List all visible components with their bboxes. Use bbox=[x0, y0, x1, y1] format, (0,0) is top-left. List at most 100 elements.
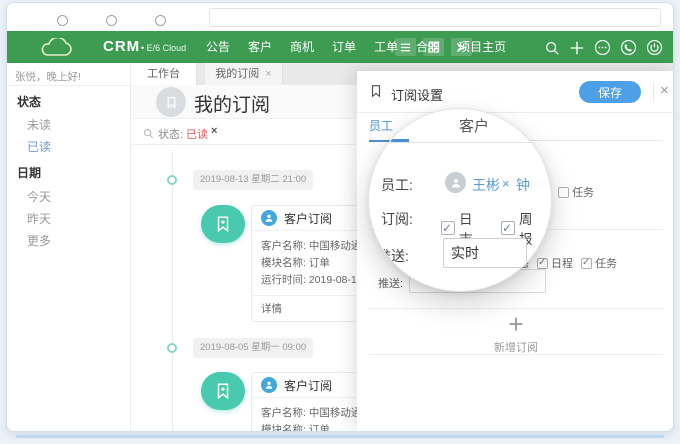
checkbox-icon[interactable] bbox=[441, 221, 455, 235]
browser-chrome bbox=[7, 3, 673, 31]
tab-employee[interactable]: 员工 bbox=[369, 117, 393, 142]
tab-close-icon[interactable]: × bbox=[265, 68, 271, 80]
checkbox-icon[interactable] bbox=[501, 221, 515, 235]
user-icon bbox=[261, 210, 277, 226]
card-title: 客户订阅 bbox=[284, 210, 332, 227]
checkbox-icon[interactable] bbox=[537, 258, 548, 269]
nav-item-opportunities[interactable]: 商机 bbox=[281, 31, 323, 63]
field-label: 模块名称: bbox=[261, 424, 306, 432]
remove-employee-icon[interactable]: × bbox=[502, 176, 510, 191]
page-title: 我的订阅 bbox=[194, 90, 270, 117]
brand-name: CRM bbox=[103, 38, 140, 55]
app-navbar: CRM • E/6 Cloud 公告 客户 商机 订单 工单 合同 项目主页 bbox=[7, 31, 673, 63]
subscription-badge-icon bbox=[156, 87, 186, 117]
tab-workbench[interactable]: 工作台 bbox=[131, 63, 197, 85]
save-button[interactable]: 保存 bbox=[579, 81, 641, 103]
browser-window: CRM • E/6 Cloud 公告 客户 商机 订单 工单 合同 项目主页 bbox=[6, 2, 674, 432]
filter-bar[interactable]: 状态: 已读 × bbox=[131, 119, 357, 145]
field-value: 中国移动通 bbox=[309, 240, 362, 252]
timeline-date: 2019-08-05 星期一 09:00 bbox=[193, 338, 313, 358]
option-label: 日程 bbox=[551, 255, 573, 271]
sidebar-item-more[interactable]: 更多 bbox=[27, 232, 51, 249]
tab-my-subscriptions-label: 我的订阅 bbox=[215, 68, 259, 80]
checkbox-task[interactable]: 任务 bbox=[558, 184, 594, 200]
plus-icon[interactable] bbox=[569, 40, 585, 56]
employee-name: 钟 bbox=[516, 175, 530, 195]
sidebar-item-yesterday[interactable]: 昨天 bbox=[27, 210, 51, 227]
push-label: 推送: bbox=[377, 246, 409, 266]
checkbox-icon[interactable] bbox=[581, 258, 592, 269]
sidebar-item-unread[interactable]: 未读 bbox=[27, 116, 51, 133]
sidebar: 张悦，晚上好! 状态 未读 已读 日期 今天 昨天 更多 bbox=[7, 63, 131, 431]
subscribe-label: 订阅: bbox=[381, 209, 413, 229]
push-mode-input-magnified[interactable] bbox=[443, 238, 527, 268]
nav-item-announcement[interactable]: 公告 bbox=[197, 31, 239, 63]
phone-circle-icon[interactable] bbox=[620, 39, 637, 56]
search-icon-small bbox=[143, 126, 154, 144]
header-divider bbox=[653, 82, 654, 102]
list-view-icon[interactable] bbox=[395, 38, 416, 56]
push-label-2: 推送: bbox=[378, 275, 403, 291]
window-control-2[interactable] bbox=[106, 15, 117, 26]
close-icon[interactable]: × bbox=[660, 82, 669, 99]
sidebar-divider bbox=[7, 85, 130, 86]
tabs-border-line bbox=[369, 142, 551, 143]
employee-label: 员工: bbox=[381, 175, 413, 195]
main-header: 我的订阅 bbox=[131, 85, 357, 119]
employee-name: 王彬 bbox=[472, 175, 500, 195]
timeline-line bbox=[172, 151, 173, 431]
search-icon[interactable] bbox=[544, 40, 560, 56]
field-label: 模块名称: bbox=[261, 257, 306, 269]
add-subscription-plus-icon[interactable]: + bbox=[357, 311, 674, 337]
checkbox-task[interactable]: 任务 bbox=[581, 255, 617, 271]
option-label: 任务 bbox=[572, 184, 594, 200]
field-value: 中国移动通 bbox=[309, 407, 362, 419]
filter-label: 状态: bbox=[158, 126, 183, 142]
panel-title: 订阅设置 bbox=[391, 85, 443, 104]
bookmark-icon bbox=[369, 84, 383, 103]
field-label: 运行时间: bbox=[261, 274, 306, 286]
nav-tool-group bbox=[395, 38, 472, 56]
nav-item-customers[interactable]: 客户 bbox=[239, 31, 281, 63]
subscription-bookmark-icon bbox=[201, 205, 245, 243]
filter-value: 已读 bbox=[186, 126, 208, 142]
filter-remove-icon[interactable]: × bbox=[211, 125, 217, 137]
field-value: 订单 bbox=[309, 424, 330, 432]
sidebar-item-read[interactable]: 已读 bbox=[27, 138, 51, 155]
grid-view-icon[interactable] bbox=[423, 38, 444, 56]
send-icon[interactable] bbox=[451, 38, 472, 56]
bottom-accent-line bbox=[16, 435, 664, 438]
tab-workbench-label: 工作台 bbox=[147, 68, 180, 80]
timeline-dot bbox=[167, 343, 177, 353]
tab-my-subscriptions[interactable]: 我的订阅 × bbox=[205, 63, 283, 85]
greeting-text: 张悦，晚上好! bbox=[15, 69, 81, 84]
timeline-date: 2019-08-13 星期二 21:00 bbox=[193, 170, 313, 190]
nav-item-orders[interactable]: 订单 bbox=[323, 31, 365, 63]
more-circle-icon[interactable] bbox=[594, 39, 611, 56]
window-control-1[interactable] bbox=[57, 15, 68, 26]
field-label: 客户名称: bbox=[261, 407, 306, 419]
nav-right-icons bbox=[544, 39, 663, 56]
magnified-tab-customer[interactable]: 客户 bbox=[459, 115, 489, 136]
window-control-3[interactable] bbox=[155, 15, 166, 26]
user-icon bbox=[261, 377, 277, 393]
checkbox-icon[interactable] bbox=[558, 187, 569, 198]
field-value: 2019-08-1 bbox=[309, 274, 357, 286]
url-input[interactable] bbox=[209, 8, 661, 27]
option-label: 任务 bbox=[595, 255, 617, 271]
add-subscription-label[interactable]: 新增订阅 bbox=[357, 339, 674, 355]
magnifier-overlay: 客户 员工: 王彬 × 钟 订阅: 日志 周报 推送: bbox=[368, 108, 552, 292]
timeline: 2019-08-13 星期二 21:00 客户订阅 客户名称: 中国移动通 模块… bbox=[131, 145, 367, 431]
card-title: 客户订阅 bbox=[284, 377, 332, 394]
field-label: 客户名称: bbox=[261, 240, 306, 252]
power-icon[interactable] bbox=[646, 39, 663, 56]
sidebar-group-status: 状态 bbox=[17, 93, 41, 110]
field-value: 订单 bbox=[309, 257, 330, 269]
timeline-dot bbox=[167, 175, 177, 185]
panel-header: 订阅设置 保存 × bbox=[357, 71, 674, 113]
section-divider bbox=[369, 354, 663, 355]
sidebar-item-today[interactable]: 今天 bbox=[27, 188, 51, 205]
sidebar-group-date: 日期 bbox=[17, 164, 41, 181]
cloud-logo-icon bbox=[39, 38, 73, 62]
avatar bbox=[445, 172, 466, 193]
